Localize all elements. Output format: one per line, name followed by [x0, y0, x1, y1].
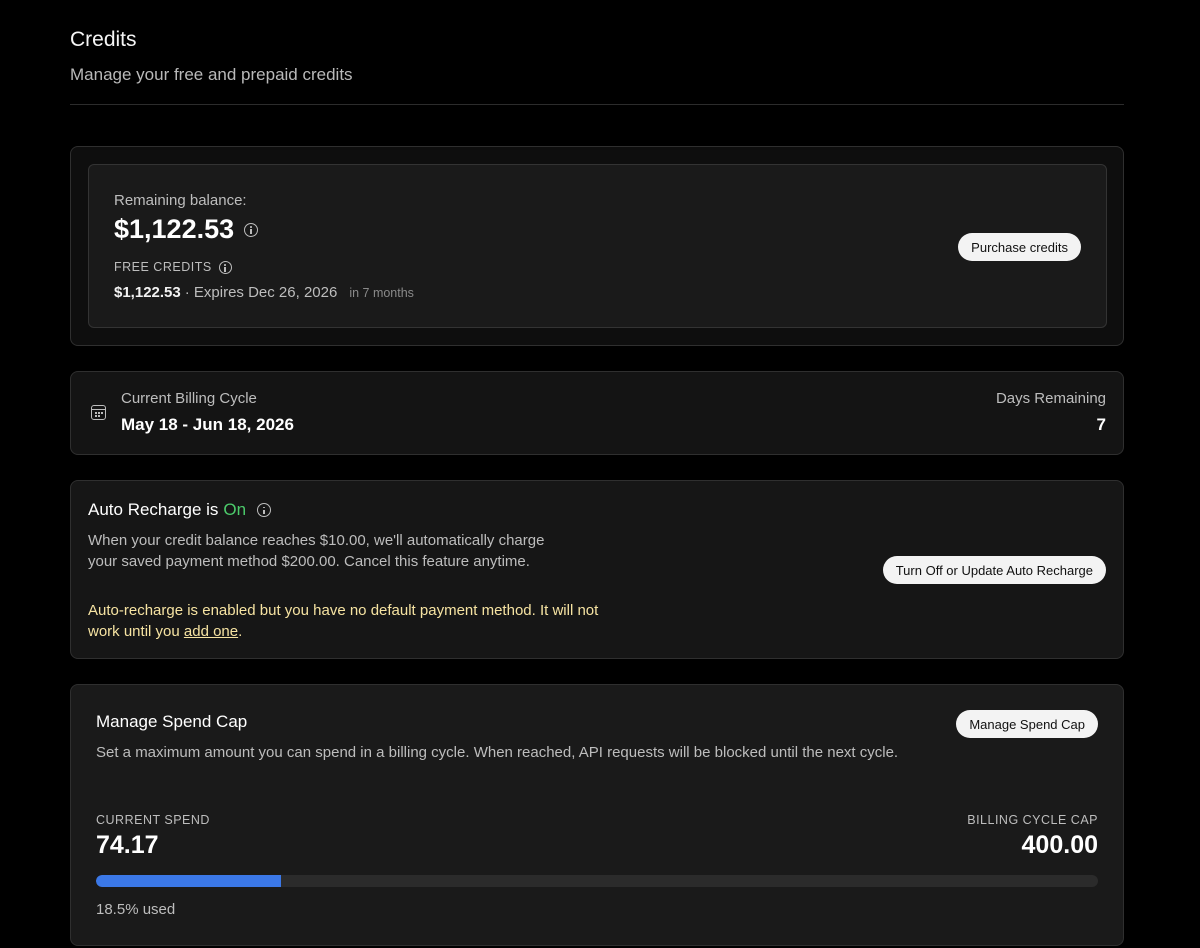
calendar-icon — [91, 405, 106, 420]
days-remaining-value: 7 — [1096, 415, 1106, 434]
current-spend-label: CURRENT SPEND — [96, 813, 210, 827]
billing-cycle-dates: May 18 - Jun 18, 2026 — [121, 415, 294, 434]
balance-row: $1,122.53 — [114, 214, 259, 245]
billing-cycle-label: Current Billing Cycle — [121, 390, 257, 407]
page-title: Credits — [70, 28, 137, 51]
auto-recharge-warning: Auto-recharge is enabled but you have no… — [88, 600, 628, 642]
current-spend-value: 74.17 — [96, 831, 159, 859]
spend-progress-fill — [96, 875, 282, 887]
billing-cycle-cap-label: BILLING CYCLE CAP — [967, 813, 1098, 827]
billing-cycle-cap-value: 400.00 — [1021, 831, 1098, 859]
remaining-balance-label: Remaining balance: — [114, 192, 247, 209]
free-credits-detail: $1,122.53 · Expires Dec 26, 2026 in 7 mo… — [114, 284, 414, 301]
balance-inner-panel: Remaining balance: $1,122.53 FREE CREDIT… — [88, 164, 1107, 328]
auto-recharge-description: When your credit balance reaches $10.00,… — [88, 532, 545, 570]
spend-cap-title: Manage Spend Cap — [96, 712, 248, 731]
auto-recharge-status: On — [223, 500, 247, 519]
auto-recharge-warning-text: Auto-recharge is enabled but you have no… — [88, 602, 599, 640]
update-auto-recharge-button[interactable]: Turn Off or Update Auto Recharge — [882, 556, 1106, 584]
auto-recharge-info-icon[interactable] — [257, 503, 272, 517]
free-credits-amount: $1,122.53 — [114, 284, 181, 301]
free-credits-info-icon[interactable] — [218, 260, 232, 274]
free-credits-relative-time: in 7 months — [349, 286, 414, 300]
remaining-balance-amount: $1,122.53 — [114, 214, 235, 244]
header-divider — [70, 104, 1124, 105]
spend-cap-description: Set a maximum amount you can spend in a … — [96, 744, 899, 761]
billing-cycle-card: Current Billing Cycle May 18 - Jun 18, 2… — [70, 371, 1124, 455]
free-credits-expiry: · Expires Dec 26, 2026 — [184, 284, 338, 301]
spend-used-label: 18.5% used — [96, 901, 176, 918]
spend-progress-track — [96, 875, 1098, 887]
balance-card: Remaining balance: $1,122.53 FREE CREDIT… — [70, 146, 1124, 346]
free-credits-label: FREE CREDITS — [114, 260, 212, 274]
free-credits-header: FREE CREDITS — [114, 260, 232, 274]
auto-recharge-warning-end: . — [238, 623, 243, 640]
auto-recharge-card: Auto Recharge is On When your credit bal… — [70, 480, 1124, 659]
auto-recharge-title-text: Auto Recharge is — [88, 500, 219, 519]
days-remaining-label: Days Remaining — [995, 390, 1106, 407]
balance-info-icon[interactable] — [244, 222, 259, 237]
spend-cap-card: Manage Spend Cap Set a maximum amount yo… — [70, 684, 1124, 946]
purchase-credits-button[interactable]: Purchase credits — [958, 233, 1081, 261]
add-payment-method-link[interactable]: add one — [184, 623, 238, 640]
auto-recharge-title: Auto Recharge is On — [88, 500, 272, 520]
manage-spend-cap-button[interactable]: Manage Spend Cap — [956, 710, 1098, 738]
page-subtitle: Manage your free and prepaid credits — [70, 65, 353, 84]
